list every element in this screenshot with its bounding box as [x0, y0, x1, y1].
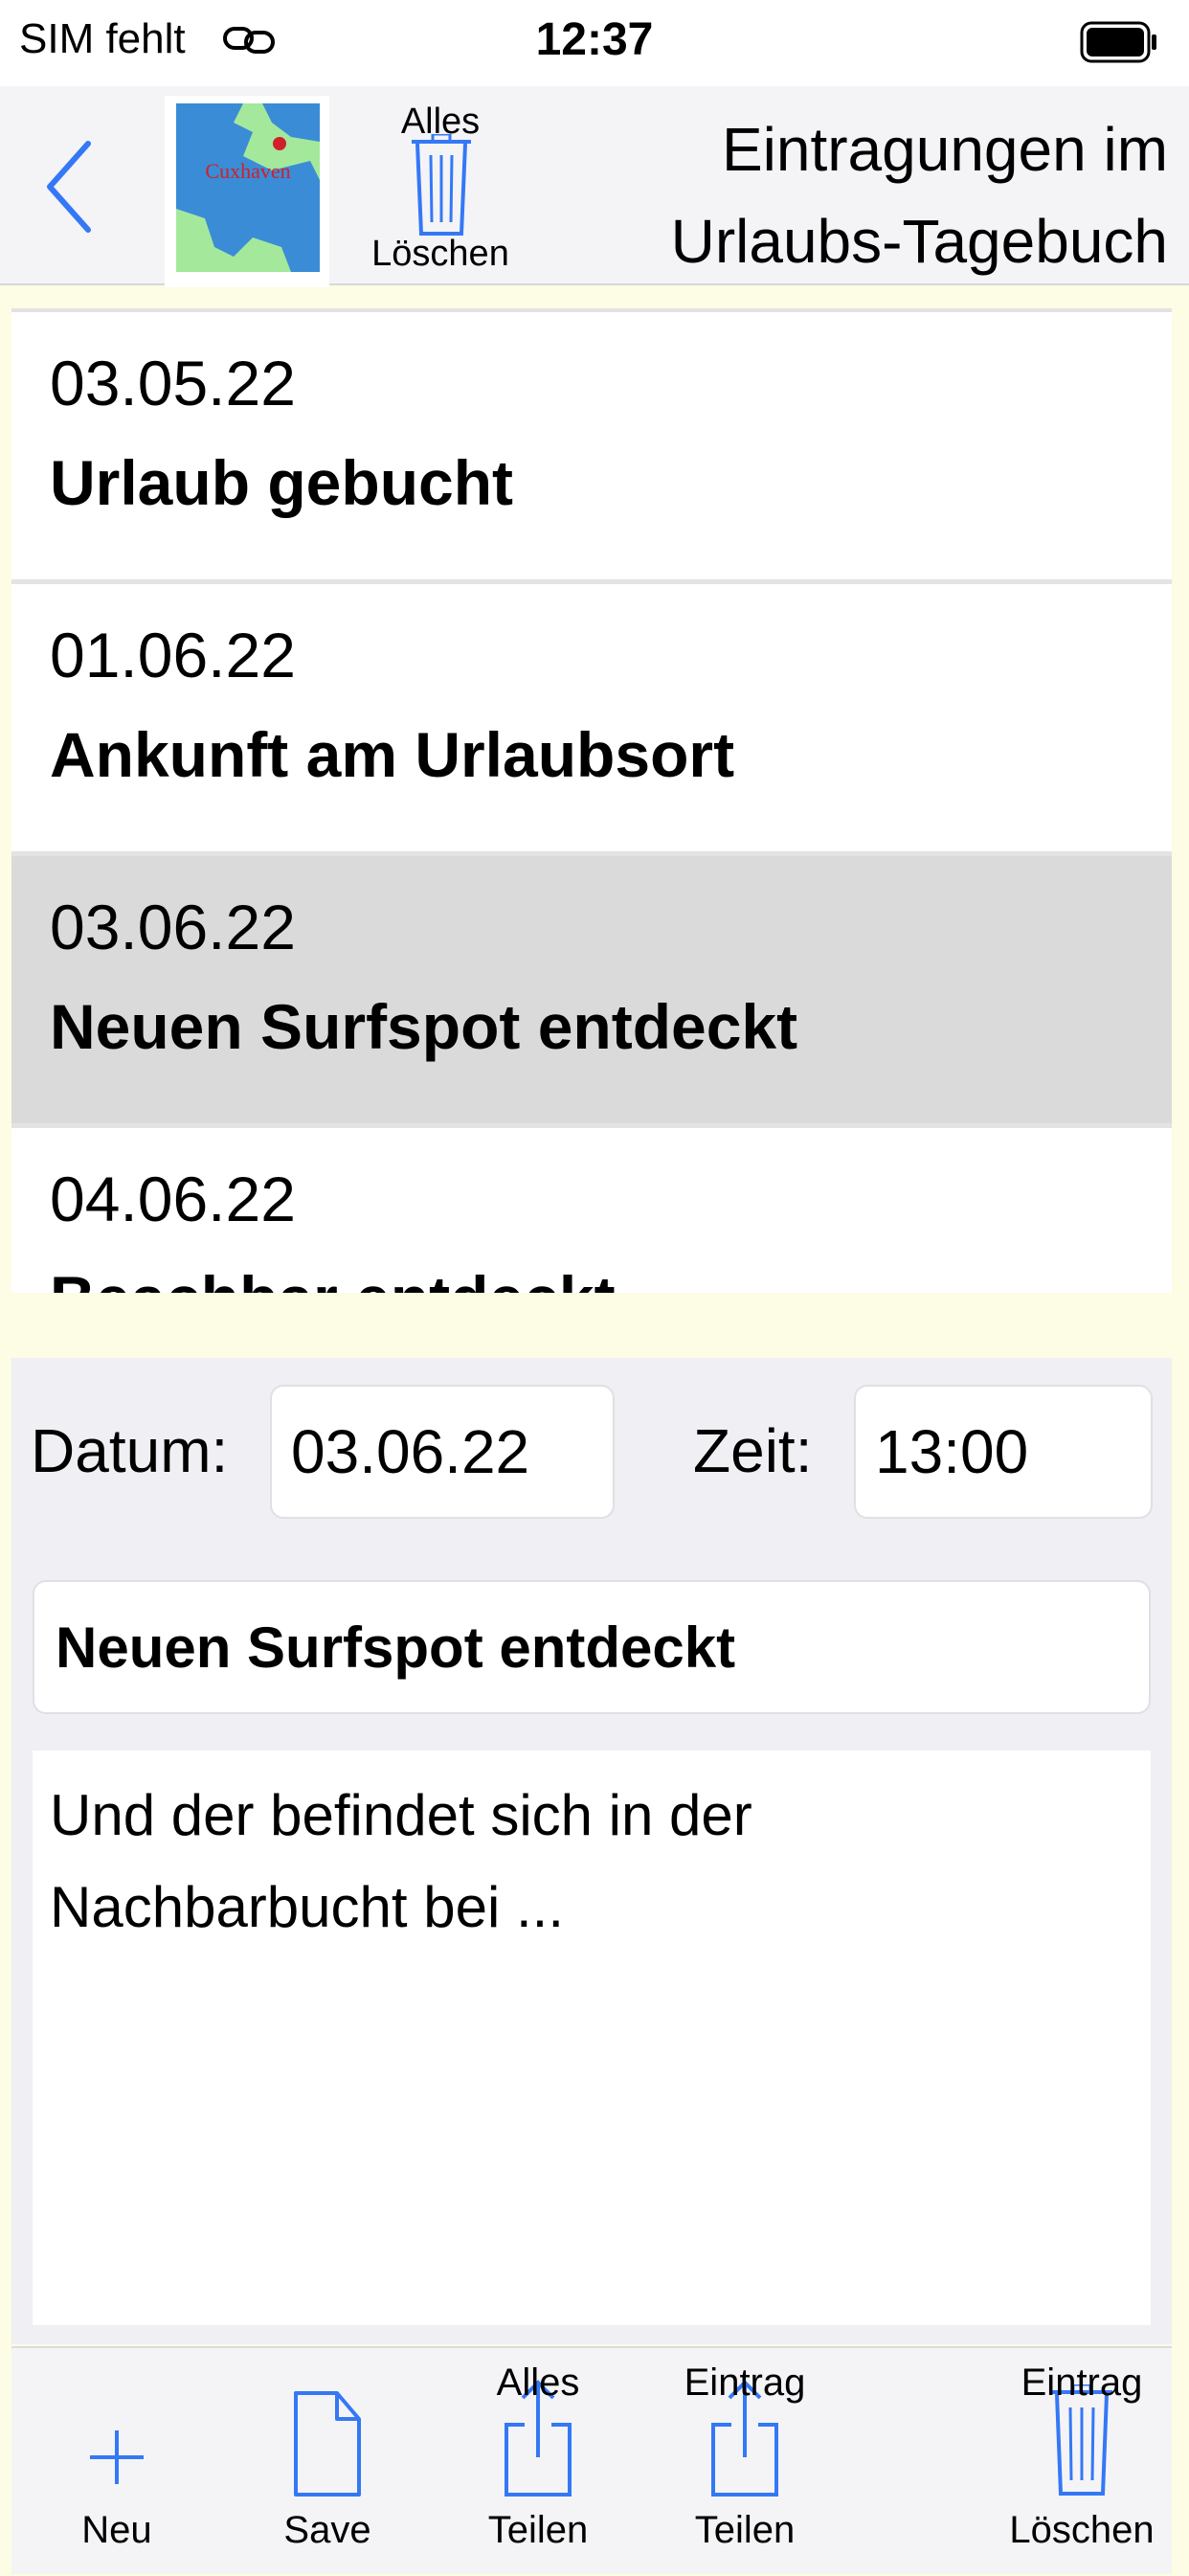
save-label: Save: [283, 2509, 371, 2551]
page-title: Eintragungen im Urlaubs-Tagebuch: [594, 103, 1168, 287]
entry-editor: Datum: 03.06.22 Zeit: 13:00 Neuen Surfsp…: [11, 1358, 1172, 2344]
entry-title: Neuen Surfspot entdeckt: [50, 991, 798, 1062]
title-value: Neuen Surfspot entdeckt: [56, 1615, 736, 1680]
share-all-button[interactable]: Alles Teilen: [461, 2348, 615, 2576]
time-field[interactable]: 13:00: [854, 1385, 1153, 1519]
page-title-line1: Eintragungen im: [721, 115, 1168, 184]
status-time: 12:37: [535, 14, 654, 65]
new-entry-button[interactable]: Neu: [50, 2348, 184, 2576]
delete-entry-label-top: Eintrag: [1021, 2361, 1143, 2404]
delete-entry-label-bottom: Löschen: [1009, 2509, 1155, 2551]
date-field[interactable]: 03.06.22: [270, 1385, 615, 1519]
share-entry-button[interactable]: Eintrag Teilen: [666, 2348, 823, 2576]
list-item-selected[interactable]: 03.06.22 Neuen Surfspot entdeckt: [11, 856, 1172, 1128]
entry-list[interactable]: 03.05.22 Urlaub gebucht 01.06.22 Ankunft…: [11, 308, 1172, 1293]
entry-title: Urlaub gebucht: [50, 447, 514, 518]
date-label: Datum:: [31, 1416, 229, 1485]
save-button[interactable]: Save: [251, 2348, 404, 2576]
list-item[interactable]: 03.05.22 Urlaub gebucht: [11, 312, 1172, 584]
share-all-label-bottom: Teilen: [487, 2509, 589, 2551]
time-value: 13:00: [875, 1417, 1029, 1486]
plus-icon: [90, 2430, 144, 2484]
trash-icon: [412, 134, 471, 236]
title-field[interactable]: Neuen Surfspot entdeckt: [33, 1580, 1151, 1714]
list-item[interactable]: 01.06.22 Ankunft am Urlaubsort: [11, 584, 1172, 856]
map-thumbnail: Cuxhaven: [176, 103, 320, 272]
date-value: 03.06.22: [291, 1417, 530, 1486]
clear-all-button[interactable]: Alles Löschen: [356, 98, 525, 282]
time-label: Zeit:: [693, 1416, 813, 1485]
share-entry-label-bottom: Teilen: [694, 2509, 796, 2551]
entry-date: 01.06.22: [50, 620, 296, 690]
battery-icon: [1080, 21, 1156, 63]
new-entry-label: Neu: [81, 2509, 152, 2551]
delete-entry-button[interactable]: Eintrag Löschen: [998, 2348, 1166, 2576]
entry-date: 04.06.22: [50, 1164, 296, 1234]
entry-title: Ankunft am Urlaubsort: [50, 719, 735, 790]
navigation-header: Cuxhaven Alles Löschen Eintragungen im U…: [0, 86, 1189, 287]
body-textarea[interactable]: Und der befindet sich in der Nachbarbuch…: [33, 1751, 1151, 2325]
back-button[interactable]: [38, 134, 105, 239]
page-title-line2: Urlaubs-Tagebuch: [670, 207, 1168, 276]
map-thumbnail-button[interactable]: Cuxhaven: [165, 96, 329, 287]
map-label: Cuxhaven: [205, 159, 290, 183]
entry-date: 03.06.22: [50, 892, 296, 962]
list-item[interactable]: 04.06.22 Beachbar entdeckt: [11, 1128, 1172, 1293]
bottom-toolbar: Neu Save Alles Teilen Eintrag Teilen Ein…: [11, 2346, 1172, 2574]
document-icon: [294, 2391, 361, 2497]
status-bar: SIM fehlt 12:37: [0, 0, 1189, 86]
share-entry-label-top: Eintrag: [684, 2361, 806, 2404]
share-all-label-top: Alles: [496, 2361, 580, 2404]
clear-all-label-bottom: Löschen: [371, 234, 509, 274]
entry-date: 03.05.22: [50, 348, 296, 418]
clear-all-label-top: Alles: [400, 102, 481, 142]
chevron-left-icon: [47, 141, 91, 233]
entry-title: Beachbar entdeckt: [50, 1262, 616, 1293]
map-image: Cuxhaven: [176, 103, 320, 272]
